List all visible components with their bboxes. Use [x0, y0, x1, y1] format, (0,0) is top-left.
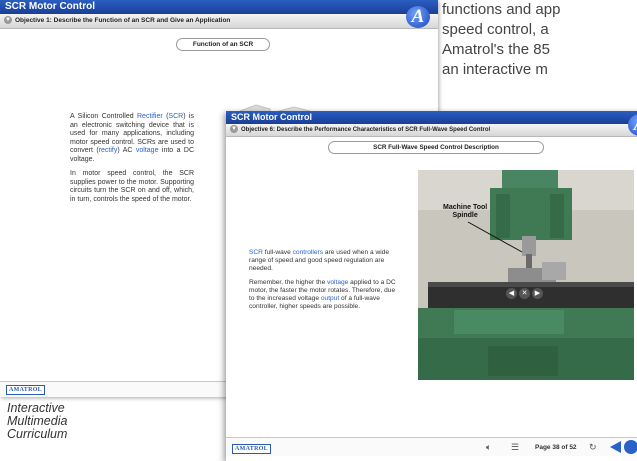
- glossary-link[interactable]: voltage: [136, 147, 159, 154]
- marketing-line: an interactive m: [442, 61, 548, 78]
- glossary-link[interactable]: SCR: [249, 249, 263, 256]
- machine-illustration: [418, 170, 634, 380]
- objective-text: Objective 6: Describe the Performance Ch…: [241, 127, 491, 133]
- paragraph: SCR full-wave controllers are used when …: [249, 249, 390, 272]
- front-lesson-window: SCR Motor Control ▼ Objective 6: Describe…: [226, 111, 637, 461]
- marketing-line: Amatrol's the 85: [442, 41, 550, 58]
- menu-icon[interactable]: ☰: [511, 442, 519, 452]
- amatrol-logo: AMATROL: [6, 385, 45, 395]
- chevron-down-icon[interactable]: ▼: [4, 16, 12, 25]
- glossary-link[interactable]: SCR: [168, 113, 183, 120]
- objective-bar[interactable]: ▼ Objective 1: Describe the Function of a…: [0, 14, 438, 29]
- photo-callout: Machine Tool Spindle: [443, 204, 488, 219]
- glossary-link[interactable]: rectify: [99, 147, 118, 154]
- right-arrow-icon: ▶: [532, 288, 543, 299]
- glossary-link[interactable]: Rectifier: [137, 113, 163, 120]
- window-footer: AMATROL 🔈︎ ☰ Page 38 of 52 ↻: [226, 437, 637, 456]
- mute-icon[interactable]: 🔈︎: [486, 442, 491, 452]
- objective-bar[interactable]: ▼ Objective 6: Describe the Performance C…: [226, 124, 637, 137]
- previous-page-icon[interactable]: [610, 441, 621, 453]
- left-arrow-icon: ◀: [506, 288, 517, 299]
- section-title: Function of an SCR: [176, 38, 270, 51]
- glossary-link[interactable]: output: [321, 295, 339, 302]
- marketing-line: functions and app: [442, 1, 561, 18]
- glossary-link[interactable]: controllers: [293, 249, 323, 256]
- next-page-icon[interactable]: [624, 440, 637, 454]
- paragraph: A Silicon Controlled Rectifier (SCR) is …: [70, 113, 195, 163]
- machine-tool-photo: Machine Tool Spindle ◀ ✕ ▶: [418, 170, 634, 380]
- page-indicator: Page 38 of 52: [535, 444, 577, 451]
- cross-icon: ✕: [519, 288, 530, 299]
- image-caption: Interactive Multimedia Curriculum: [7, 401, 68, 441]
- window-title: SCR Motor Control: [226, 111, 637, 124]
- refresh-icon[interactable]: ↻: [589, 442, 597, 452]
- amatrol-logo: AMATROL: [232, 444, 271, 454]
- paragraph: In motor speed control, the SCR supplies…: [70, 170, 194, 203]
- marketing-text: functions and app speed control, a Amatr…: [442, 0, 637, 80]
- paragraph: Remember, the higher the voltage applied…: [249, 279, 396, 310]
- glossary-link[interactable]: voltage: [327, 279, 348, 286]
- marketing-line: speed control, a: [442, 21, 549, 38]
- section-title: SCR Full-Wave Speed Control Description: [328, 141, 544, 154]
- objective-text: Objective 1: Describe the Function of an…: [15, 17, 231, 24]
- amatrol-a-logo: A: [406, 6, 430, 28]
- chevron-down-icon[interactable]: ▼: [230, 125, 238, 134]
- lesson-body: A Silicon Controlled Rectifier (SCR) is …: [70, 113, 194, 210]
- window-title: SCR Motor Control: [0, 0, 438, 14]
- lesson-body: SCR full-wave controllers are used when …: [249, 249, 399, 317]
